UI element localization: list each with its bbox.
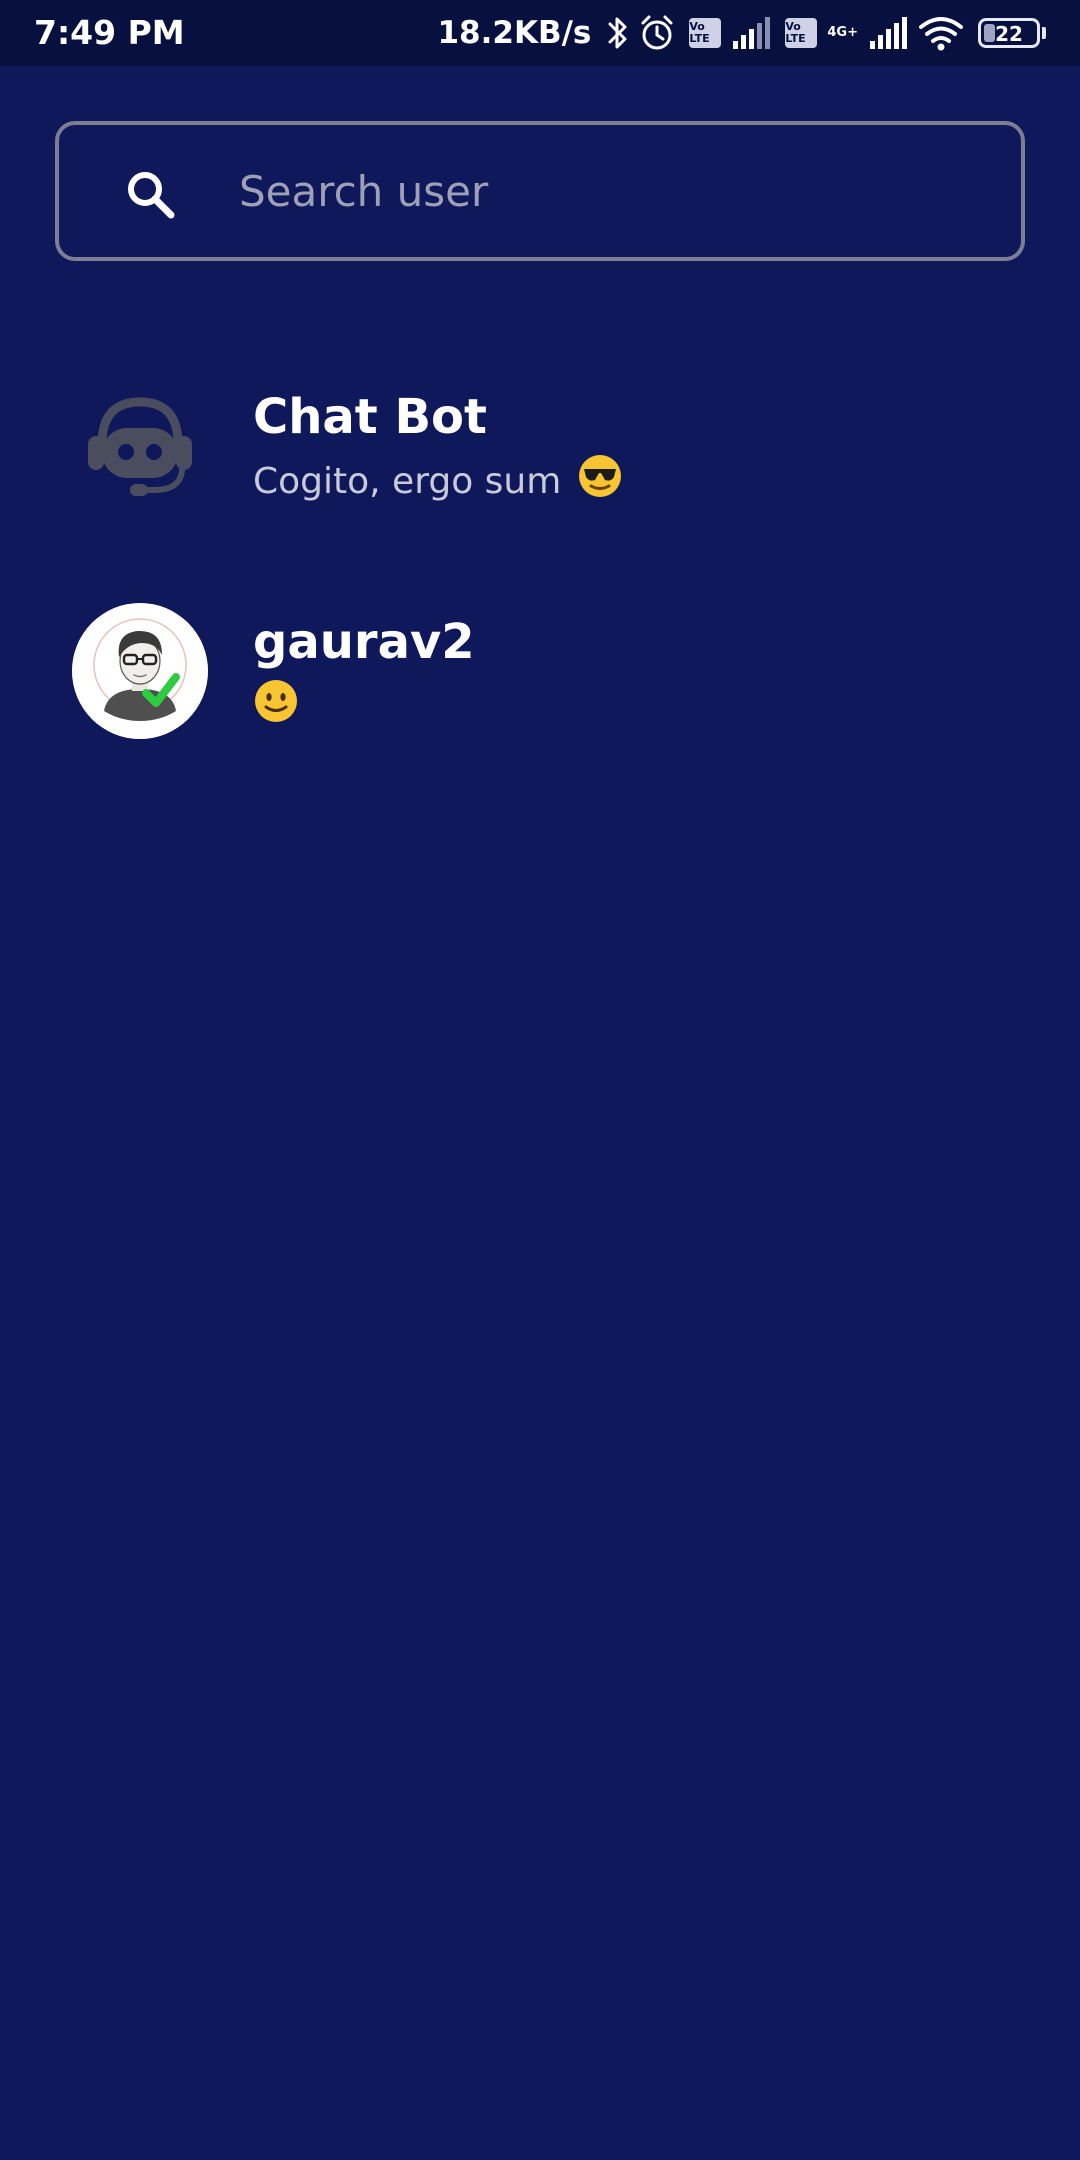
alarm-icon (639, 13, 675, 53)
battery-cap (1042, 27, 1046, 39)
chat-item-chat-bot[interactable]: Chat Bot Cogito, ergo sum (0, 345, 1080, 545)
volte-badge-1: Vo LTE (689, 18, 722, 48)
smiling-face-emoji-icon (253, 678, 299, 738)
signal-icon (731, 13, 771, 53)
volte-badge-1-text: Vo LTE (689, 20, 710, 45)
bluetooth-icon (607, 13, 629, 53)
user-avatar (72, 603, 208, 739)
volte-badge-2: Vo LTE (785, 18, 818, 48)
chat-name: Chat Bot (253, 389, 487, 445)
bot-headset-icon (72, 378, 208, 514)
wifi-icon (918, 13, 964, 53)
status-bar: 7:49 PM 18.2KB/s Vo LTE Vo LTE 4G+ 22 (0, 0, 1080, 66)
status-icons: 18.2KB/s Vo LTE Vo LTE 4G+ 22 (437, 0, 1046, 66)
chat-name: gaurav2 (253, 614, 475, 670)
sunglasses-emoji-icon (577, 453, 623, 513)
battery-icon: 22 (978, 18, 1040, 48)
network-speed: 18.2KB/s (437, 15, 592, 51)
chat-status: Cogito, ergo sum (253, 453, 623, 513)
chat-status (253, 678, 299, 738)
chat-status-text: Cogito, ergo sum (253, 461, 562, 502)
search-box[interactable] (55, 121, 1025, 261)
signal-icon-2 (868, 13, 908, 53)
network-generation: 4G+ (827, 26, 858, 40)
search-input[interactable] (239, 155, 979, 227)
volte-badge-2-text: Vo LTE (785, 20, 806, 45)
chat-item-gaurav2[interactable]: gaurav2 (0, 570, 1080, 770)
status-time: 7:49 PM (34, 13, 185, 52)
search-icon[interactable] (123, 167, 179, 223)
battery-level: 22 (995, 22, 1023, 46)
network-generation-text: 4G+ (827, 25, 858, 40)
